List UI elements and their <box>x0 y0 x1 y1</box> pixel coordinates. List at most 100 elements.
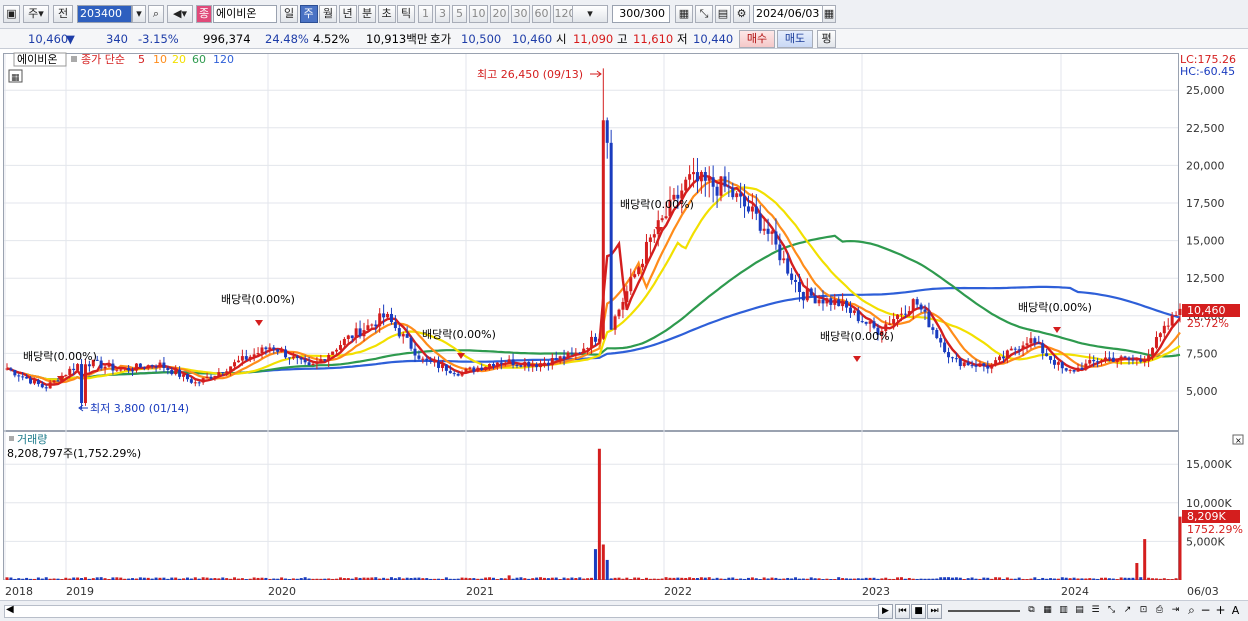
period-4-button[interactable]: 분 <box>358 5 376 23</box>
grid-toggle-icon[interactable]: ▦ <box>1040 604 1055 619</box>
volume-bar <box>566 578 570 580</box>
volume-bar <box>531 578 535 580</box>
scroll-right-icon[interactable]: ▶ <box>878 604 893 619</box>
period-1-button[interactable]: 주 <box>299 5 318 23</box>
candle-body <box>695 172 699 182</box>
average-button[interactable]: 평 <box>817 30 836 48</box>
interval-20-button[interactable]: 20 <box>490 5 509 23</box>
volume-bar <box>13 578 17 580</box>
date-field[interactable]: 2024/06/03 <box>753 5 823 23</box>
candle-body <box>546 362 550 366</box>
x-tick: 2023 <box>862 585 890 598</box>
print-icon[interactable]: ⎙ <box>1152 604 1167 619</box>
volume-bar <box>770 577 774 580</box>
search-icon[interactable]: ⌕ <box>148 5 164 23</box>
sound-icon[interactable]: ◀▾ <box>167 5 193 23</box>
buy-button[interactable]: 매수 <box>739 30 775 48</box>
volume-bar <box>64 577 68 580</box>
volume-bar <box>743 578 747 580</box>
copy-icon[interactable]: ⧉ <box>1024 604 1039 619</box>
trend-tool-icon[interactable]: ↗ <box>1120 604 1135 619</box>
settings-grid-icon[interactable]: ▦ <box>675 5 693 23</box>
gear-icon[interactable]: ⚙ <box>733 5 750 23</box>
horizontal-scrollbar[interactable]: ◀ <box>4 604 880 618</box>
candle-body <box>1052 359 1056 365</box>
candle-body <box>574 352 578 354</box>
code-input[interactable]: 203400 <box>77 5 132 23</box>
interval-dropdown[interactable]: ▾ <box>572 5 608 23</box>
window-menu-icon[interactable]: ▣ <box>3 5 20 23</box>
last-page-icon[interactable]: ⏭ <box>927 604 942 619</box>
candle-body <box>440 364 444 368</box>
draw-tool-icon[interactable]: ⤡ <box>695 5 713 23</box>
candle-body <box>21 376 25 378</box>
interval-1-button[interactable]: 1 <box>418 5 433 23</box>
volume-bar <box>448 578 452 580</box>
candle-body <box>437 361 441 368</box>
volume-bar <box>507 575 511 580</box>
zoom-out-icon[interactable]: − <box>1198 604 1213 619</box>
image-icon[interactable]: ⊡ <box>1136 604 1151 619</box>
period-3-button[interactable]: 년 <box>338 5 357 23</box>
zoom-slider[interactable] <box>948 610 1020 612</box>
layout-icon[interactable]: ▥ <box>1056 604 1071 619</box>
candle-body <box>158 362 162 368</box>
calendar-icon[interactable]: ▦ <box>822 5 836 23</box>
candle-body <box>111 363 115 371</box>
candle-body <box>464 368 468 373</box>
stock-name-field[interactable]: 에이비온 <box>213 5 277 23</box>
candle-body <box>1064 368 1068 371</box>
candle-body <box>1041 343 1045 354</box>
magnify-icon[interactable]: ⌕ <box>1184 604 1199 619</box>
candle-body <box>1107 357 1111 359</box>
prev-button[interactable]: 전 <box>53 5 73 23</box>
table-icon[interactable]: ▤ <box>1072 604 1087 619</box>
volume-bar <box>236 578 240 580</box>
period-2-button[interactable]: 월 <box>319 5 337 23</box>
first-page-icon[interactable]: ⏮ <box>895 604 910 619</box>
line-tool-icon[interactable]: ⤡ <box>1104 604 1119 619</box>
interval-60-button[interactable]: 60 <box>532 5 551 23</box>
toolbar: ▣ 주▾ 전 203400 ▾ ⌕ ◀▾ 종 에이비온 일주월년분초틱 1351… <box>0 0 1248 29</box>
volume-bar <box>146 577 150 580</box>
export-icon[interactable]: ⇥ <box>1168 604 1183 619</box>
volume-bar <box>1135 563 1139 580</box>
stop-icon[interactable]: ■ <box>911 604 926 619</box>
interval-3-button[interactable]: 3 <box>435 5 450 23</box>
candle-body <box>72 368 76 371</box>
volume-bar <box>440 578 444 580</box>
candle-body <box>393 322 397 329</box>
scroll-left-icon[interactable]: ◀ <box>6 604 14 615</box>
list-icon[interactable]: ☰ <box>1088 604 1103 619</box>
volume-bar <box>794 577 798 580</box>
volume-tick: 10,000K <box>1186 497 1232 510</box>
font-size-icon[interactable]: A <box>1228 604 1243 619</box>
sell-button[interactable]: 매도 <box>777 30 813 48</box>
candle-body <box>1033 338 1037 344</box>
volume-bar <box>60 579 64 580</box>
candle-body <box>1045 353 1049 357</box>
volume-bar <box>746 577 750 580</box>
x-tick: 2021 <box>466 585 494 598</box>
save-icon[interactable]: ▤ <box>715 5 731 23</box>
interval-5-button[interactable]: 5 <box>452 5 467 23</box>
candle-body <box>127 367 131 371</box>
chart-canvas[interactable]: 25,000 22,500 20,000 17,500 15,000 12,500 10,0… <box>0 50 1248 600</box>
zoom-in-icon[interactable]: + <box>1213 604 1228 619</box>
volume-bar <box>378 578 382 580</box>
interval-30-button[interactable]: 30 <box>511 5 530 23</box>
candle-body <box>1111 357 1115 362</box>
candle-body <box>970 365 974 367</box>
volume-bar <box>1127 577 1131 580</box>
period-0-button[interactable]: 일 <box>280 5 298 23</box>
period-5-button[interactable]: 초 <box>377 5 396 23</box>
volume-bar <box>429 578 433 580</box>
candle-body <box>1151 347 1155 356</box>
period-6-button[interactable]: 틱 <box>397 5 415 23</box>
volume-bar <box>680 577 684 580</box>
code-dropdown-icon[interactable]: ▾ <box>132 5 146 23</box>
volume-bar <box>1076 578 1080 580</box>
interval-10-button[interactable]: 10 <box>469 5 488 23</box>
type-select[interactable]: 주▾ <box>23 5 49 23</box>
count-field[interactable]: 300/300 <box>612 5 670 23</box>
